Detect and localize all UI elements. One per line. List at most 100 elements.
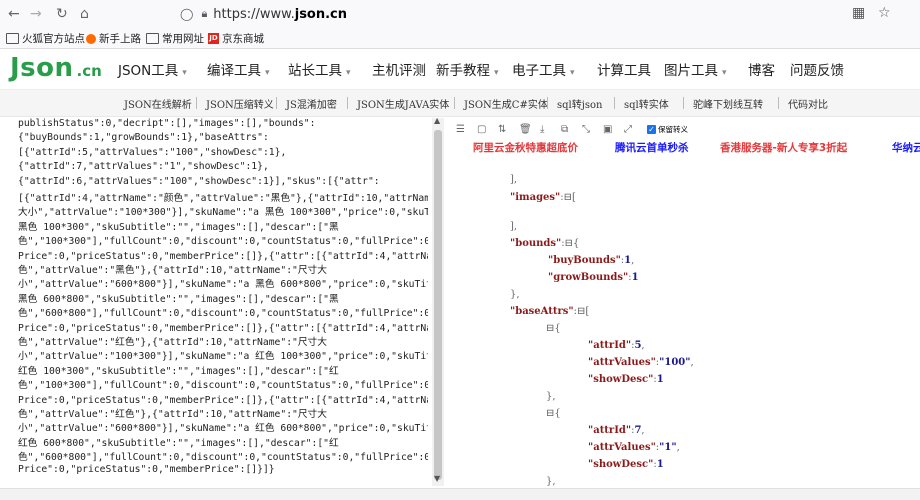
subnav-item-7[interactable]: 驼峰下划线互转: [693, 96, 763, 111]
site-header: Json .cn JSON工具 ▾ 编译工具 ▾ 站长工具 ▾ 主机评测 新手教程 ▾ 电子工具 ▾ 计…: [0, 49, 920, 89]
browser-toolbar: ← → ↻ ⌂ ◯ 🔒︎ https://www. json.cn ▦ ☆: [0, 0, 920, 28]
raw-json-line: publishStatus":0,"decript":[],"images":[…: [18, 118, 316, 129]
site-logo[interactable]: Json .cn: [10, 53, 102, 83]
subnav-divider: [347, 97, 348, 109]
bookmark-getting-started[interactable]: 新手上路: [86, 31, 141, 46]
chevron-down-icon: ▾: [494, 68, 499, 78]
copy-icon[interactable]: ⧉: [561, 124, 568, 135]
tree-row-item-open: ⊟{: [546, 408, 561, 419]
scroll-down-icon[interactable]: ▼: [434, 474, 440, 483]
collapse-toggle-icon[interactable]: ⊟: [565, 238, 573, 249]
database-icon[interactable]: ☰: [456, 124, 465, 135]
subnav-item-6[interactable]: sql转实体: [624, 96, 669, 111]
forward-icon[interactable]: →: [30, 6, 42, 22]
raw-json-line: 色","attrValue":"黑色"},{"attrId":10,"attrN…: [18, 265, 327, 276]
sort-icon[interactable]: ⇅: [498, 124, 506, 135]
bookmark-common-sites[interactable]: 常用网址: [146, 31, 204, 46]
subnav-item-0[interactable]: JSON在线解析: [124, 96, 192, 111]
raw-json-line: 大小","attrValue":"100*300"}],"skuName":"a…: [18, 207, 428, 219]
chevron-down-icon: ▾: [722, 68, 727, 78]
subnav-item-5[interactable]: sql转json: [557, 96, 602, 111]
raw-json-line: 红色 100*300","skuSubtitle":"","images":[]…: [18, 365, 339, 377]
menu-item-6[interactable]: 计算工具: [597, 59, 651, 79]
tree-row-attrValues: "attrValues":"1",: [588, 442, 680, 453]
url-scheme: https://www.: [213, 6, 295, 22]
menu-item-8[interactable]: 博客: [748, 59, 775, 79]
raw-json-line: 色","attrValue":"红色"},{"attrId":10,"attrN…: [18, 409, 327, 420]
left-scrollbar-thumb[interactable]: [434, 130, 442, 480]
menu-item-3[interactable]: 主机评测: [372, 59, 426, 79]
compress-icon[interactable]: ⤡: [582, 124, 590, 135]
raw-json-line: 色","attrValue":"红色"},{"attrId":10,"attrN…: [18, 337, 327, 348]
bookmark-star-icon[interactable]: ☆: [878, 5, 891, 21]
raw-json-editor[interactable]: publishStatus":0,"decript":[],"images":[…: [18, 118, 428, 483]
bookmark-jd[interactable]: JD 京东商城: [208, 31, 264, 46]
menu-item-4[interactable]: 新手教程 ▾: [436, 59, 499, 79]
tree-row-attrValues: "attrValues":"100",: [588, 357, 694, 368]
ad-link-1[interactable]: 腾讯云首单秒杀: [615, 140, 689, 155]
menu-item-7[interactable]: 图片工具 ▾: [664, 59, 727, 79]
subnav-divider: [614, 97, 615, 109]
tree-close-brace: },: [546, 476, 556, 487]
menu-item-1[interactable]: 编译工具 ▾: [207, 59, 270, 79]
fullscreen-icon[interactable]: ▣: [603, 124, 612, 135]
menu-item-5[interactable]: 电子工具 ▾: [512, 59, 575, 79]
tree-row-showDesc: "showDesc":1: [588, 374, 664, 385]
raw-json-line: 色","600*800"],"fullCount":0,"discount":0…: [18, 308, 428, 320]
menu-item-2[interactable]: 站长工具 ▾: [288, 59, 351, 79]
scroll-up-icon[interactable]: ▲: [434, 116, 440, 125]
qr-code-icon[interactable]: ▦: [852, 5, 865, 21]
download-icon[interactable]: ⤓: [540, 124, 544, 135]
tree-row-bounds: "bounds":⊟{: [510, 238, 580, 249]
subnav-divider: [778, 97, 779, 109]
tree-row-buyBounds: "buyBounds":1,: [548, 255, 635, 266]
tree-row-baseAttrs: "baseAttrs":⊟[: [510, 306, 590, 317]
raw-json-line: 色","100*300"],"fullCount":0,"discount":0…: [18, 380, 428, 392]
ad-link-3[interactable]: 华纳云_CN2 香港服务器1: [892, 140, 920, 155]
document-icon[interactable]: ▢: [477, 124, 486, 135]
tree-row-images: "images":⊟[: [510, 192, 576, 203]
tree-row-item-open: ⊟{: [546, 323, 561, 334]
subnav-item-4[interactable]: JSON生成C#实体: [464, 96, 548, 111]
raw-json-line: 小","attrValue":"100*300"}],"skuName":"a …: [18, 351, 428, 363]
tree-row-attrId: "attrId":7,: [588, 425, 645, 436]
raw-json-line: Price":0,"priceStatus":0,"memberPrice":[…: [18, 250, 428, 262]
raw-json-line: [{"attrId":5,"attrValues":"100","showDes…: [18, 146, 287, 158]
reload-icon[interactable]: ↻: [56, 6, 68, 22]
tree-row-showDesc: "showDesc":1: [588, 459, 664, 470]
tree-close-bracket: ],: [510, 221, 518, 232]
subnav-item-3[interactable]: JSON生成JAVA实体: [357, 96, 449, 111]
checkmark-icon: ✓: [647, 125, 656, 134]
subnav-item-8[interactable]: 代码对比: [788, 96, 828, 111]
folder-icon: [6, 33, 19, 44]
tree-row-attrId: "attrId":5,: [588, 340, 645, 351]
menu-item-0[interactable]: JSON工具 ▾: [118, 59, 187, 79]
subnav-divider: [547, 97, 548, 109]
chevron-down-icon: ▾: [265, 68, 270, 78]
menu-item-9[interactable]: 问题反馈: [790, 59, 844, 79]
trash-icon[interactable]: 🗑︎: [519, 124, 532, 135]
ad-link-0[interactable]: 阿里云金秋特惠超底价: [473, 140, 578, 155]
bookmark-firefox-site[interactable]: 火狐官方站点: [6, 31, 85, 46]
collapse-toggle-icon[interactable]: ⊟: [564, 192, 572, 203]
subnav-divider: [196, 97, 197, 109]
chevron-down-icon: ▾: [346, 68, 351, 78]
keep-escape-checkbox[interactable]: ✓ 保留转义: [647, 124, 688, 135]
url-host: json.cn: [294, 6, 348, 22]
raw-json-line: 小","attrValue":"600*800"}],"skuName":"a …: [18, 423, 428, 435]
raw-json-line: 小","attrValue":"600*800"}],"skuName":"a …: [18, 279, 428, 291]
home-icon[interactable]: ⌂: [80, 6, 89, 22]
status-strip: [0, 488, 920, 500]
expand-icon[interactable]: ⤢: [624, 124, 632, 135]
raw-json-line: Price":0,"priceStatus":0,"memberPrice":[…: [18, 322, 428, 334]
address-bar[interactable]: ◯ 🔒︎ https://www. json.cn: [180, 4, 347, 24]
raw-json-line: [{"attrId":4,"attrName":"颜色","attrValue"…: [18, 193, 428, 204]
back-icon[interactable]: ←: [8, 6, 20, 22]
raw-json-line: 色","100*300"],"fullCount":0,"discount":0…: [18, 236, 428, 248]
subnav-item-2[interactable]: JS混淆加密: [286, 96, 337, 111]
subnav-item-1[interactable]: JSON压缩转义: [206, 96, 274, 111]
raw-json-line: {"buyBounds":1,"growBounds":1},"baseAttr…: [18, 132, 269, 144]
ad-link-2[interactable]: 香港服务器-新人专享3折起: [720, 140, 847, 155]
tree-close-brace: },: [510, 289, 520, 300]
firefox-icon: [86, 33, 96, 44]
